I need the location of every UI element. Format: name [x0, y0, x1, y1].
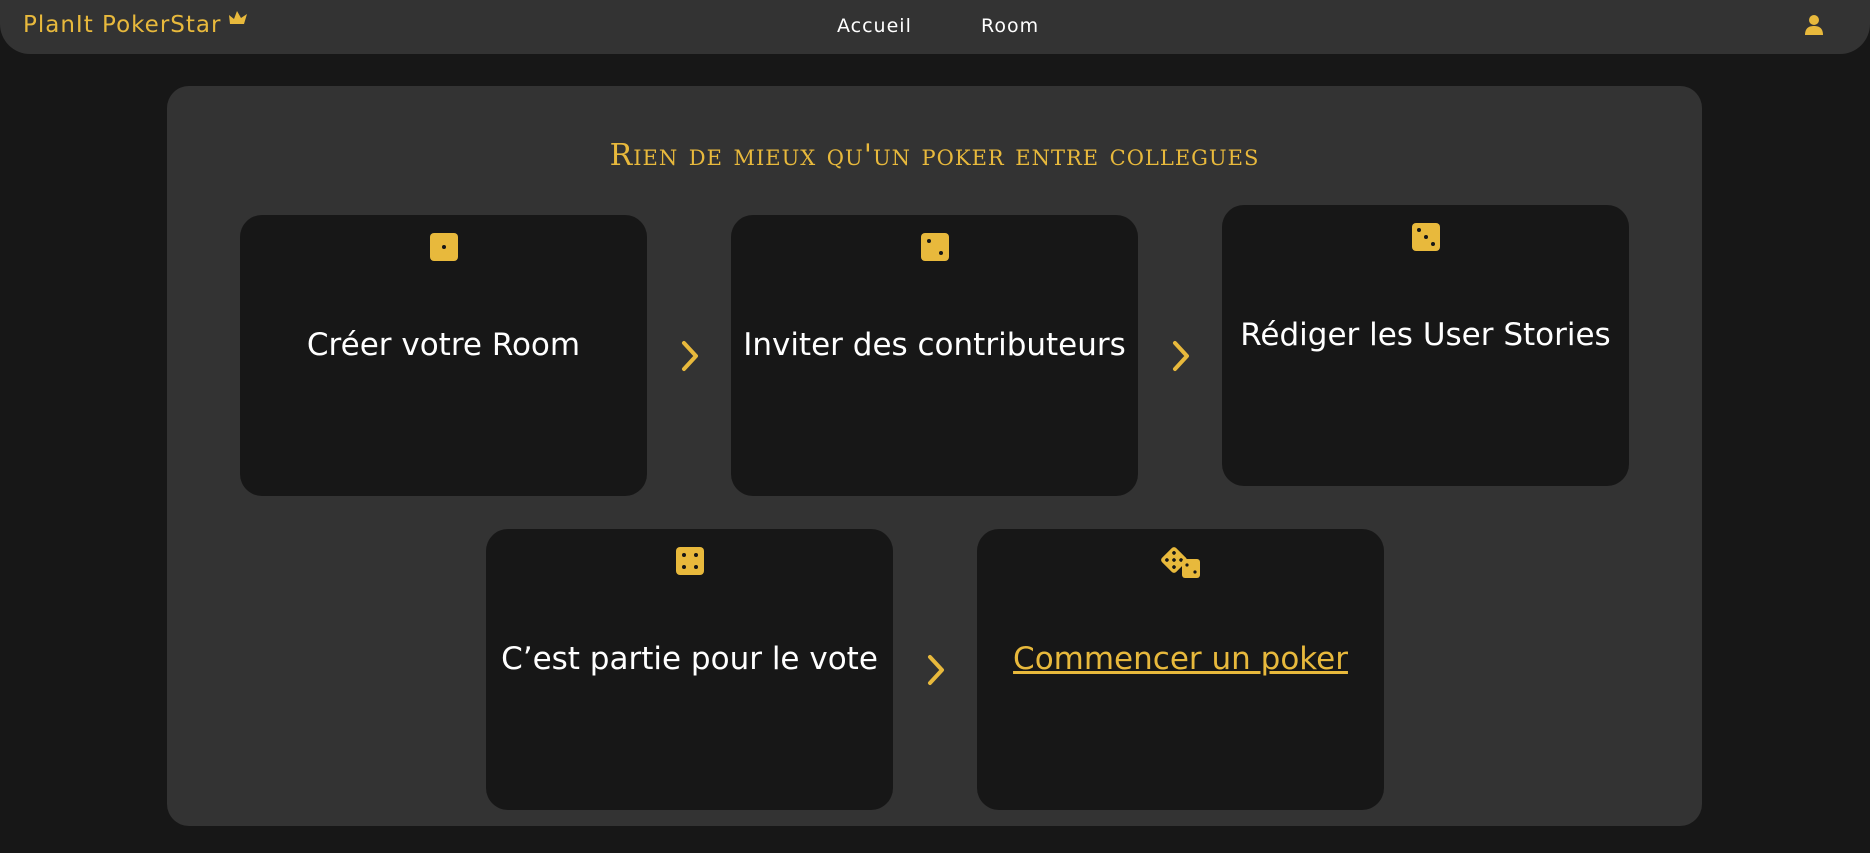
step-label-user-stories: Rédiger les User Stories — [1240, 317, 1611, 353]
start-poker-link[interactable]: Commencer un poker — [1013, 641, 1348, 677]
step-label-start-poker: Commencer un poker — [977, 641, 1384, 677]
nav-link-accueil[interactable]: Accueil — [837, 15, 912, 37]
chevron-right-icon — [1173, 341, 1189, 371]
step-card-start-poker: Commencer un poker — [977, 529, 1384, 810]
nav-link-room[interactable]: Room — [981, 15, 1039, 37]
chevron-right-icon — [682, 341, 698, 371]
dice-three-icon — [1412, 223, 1440, 251]
step-card-user-stories: Rédiger les User Stories — [1222, 205, 1629, 486]
step-label-vote: C’est partie pour le vote — [501, 641, 878, 677]
step-card-vote: C’est partie pour le vote — [486, 529, 893, 810]
top-navbar: PlanIt PokerStar Accueil Room — [0, 0, 1870, 54]
step-card-invite-contributors: Inviter des contributeurs — [731, 215, 1138, 496]
dice-four-icon — [676, 547, 704, 575]
dice-icon — [1161, 547, 1200, 578]
chevron-right-icon — [928, 655, 944, 685]
step-card-create-room: Créer votre Room — [240, 215, 647, 496]
step-label-invite-contributors: Inviter des contributeurs — [743, 327, 1126, 363]
page-title: Rien de mieux qu'un poker entre collegue… — [609, 138, 1260, 173]
brand-logo-link[interactable]: PlanIt PokerStar — [23, 12, 221, 38]
step-label-create-room: Créer votre Room — [306, 327, 581, 363]
steps-panel: Rien de mieux qu'un poker entre collegue… — [167, 86, 1702, 826]
crown-icon — [229, 11, 247, 24]
dice-two-icon — [921, 233, 949, 261]
user-icon[interactable] — [1804, 14, 1824, 36]
dice-one-icon — [430, 233, 458, 261]
